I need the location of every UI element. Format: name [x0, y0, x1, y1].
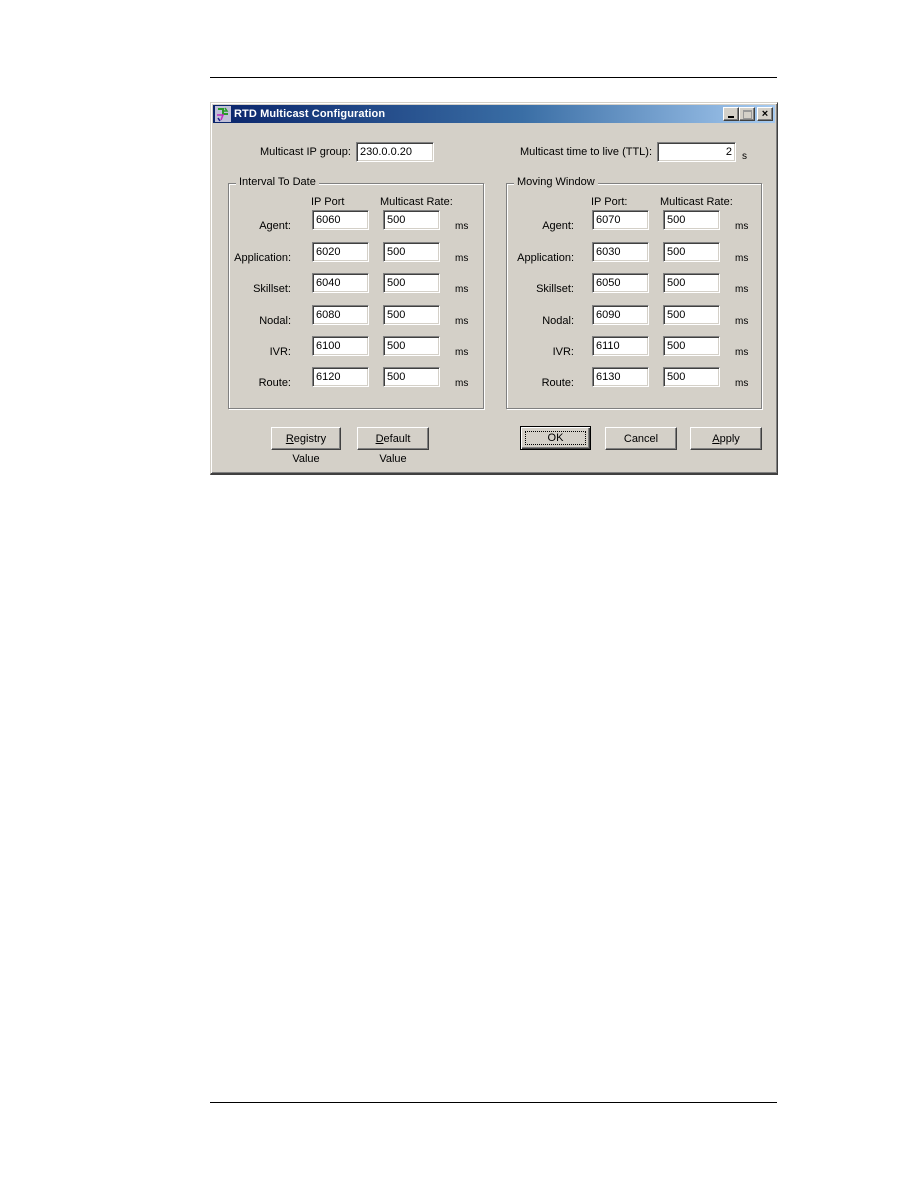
mw-multicast-rate-input[interactable] [663, 336, 720, 356]
mw-row-label: Application: [517, 252, 574, 264]
app-icon [215, 106, 231, 122]
maximize-button[interactable] [739, 107, 755, 121]
apply-accel: A [712, 433, 720, 445]
default-value-label: efault Value [379, 433, 411, 465]
itd-row-label: Nodal: [259, 315, 291, 327]
mw-ip-port-input[interactable] [592, 336, 649, 356]
minimize-icon [728, 116, 734, 118]
rtd-multicast-config-dialog: RTD Multicast Configuration × Multicast … [210, 102, 778, 475]
mw-unit-ms: ms [735, 378, 749, 389]
itd-ip-port-input[interactable] [312, 210, 369, 230]
apply-label: pply [719, 433, 740, 445]
itd-unit-ms: ms [455, 316, 469, 327]
itd-row-label: IVR: [269, 346, 291, 358]
itd-ip-port-input[interactable] [312, 336, 369, 356]
itd-multicast-rate-input[interactable] [383, 242, 440, 262]
default-value-button[interactable]: Default Value [357, 427, 429, 465]
mw-col-multicast-rate: Multicast Rate: [660, 196, 733, 208]
itd-row-label: Agent: [259, 220, 291, 232]
itd-multicast-rate-input[interactable] [383, 305, 440, 325]
mw-multicast-rate-input[interactable] [663, 273, 720, 293]
mw-multicast-rate-input[interactable] [663, 242, 720, 262]
itd-unit-ms: ms [455, 347, 469, 358]
mw-row-label: Agent: [542, 220, 574, 232]
mw-unit-ms: ms [735, 253, 749, 264]
maximize-icon [743, 110, 752, 119]
apply-button[interactable]: Apply [690, 427, 762, 450]
ip-group-input[interactable] [356, 142, 434, 162]
default-value-accel: D [375, 433, 384, 445]
itd-multicast-rate-input[interactable] [383, 336, 440, 356]
ttl-label: Multicast time to live (TTL): [520, 146, 653, 158]
window-title: RTD Multicast Configuration [234, 108, 386, 120]
mw-unit-ms: ms [735, 316, 749, 327]
registry-value-button[interactable]: Registry Value [271, 427, 341, 465]
itd-col-multicast-rate: Multicast Rate: [380, 196, 453, 208]
cancel-label: Cancel [623, 433, 659, 445]
mw-row-label: Nodal: [542, 315, 574, 327]
mw-multicast-rate-input[interactable] [663, 367, 720, 387]
mw-row-label: Route: [541, 377, 574, 389]
itd-multicast-rate-input[interactable] [383, 210, 440, 230]
registry-value-accel: R [285, 433, 294, 445]
itd-multicast-rate-input[interactable] [383, 367, 440, 387]
mw-multicast-rate-input[interactable] [663, 305, 720, 325]
ttl-unit: s [742, 151, 747, 162]
itd-unit-ms: ms [455, 284, 469, 295]
itd-ip-port-input[interactable] [312, 367, 369, 387]
itd-unit-ms: ms [455, 253, 469, 264]
cancel-button[interactable]: Cancel [605, 427, 677, 450]
mw-unit-ms: ms [735, 347, 749, 358]
itd-unit-ms: ms [455, 378, 469, 389]
mw-multicast-rate-input[interactable] [663, 210, 720, 230]
mw-unit-ms: ms [735, 221, 749, 232]
itd-multicast-rate-input[interactable] [383, 273, 440, 293]
itd-col-ip-port: IP Port [311, 196, 345, 208]
page-header-rule [210, 77, 777, 78]
mw-ip-port-input[interactable] [592, 367, 649, 387]
itd-unit-ms: ms [455, 221, 469, 232]
mw-row-label: Skillset: [536, 283, 574, 295]
interval-to-date-title: Interval To Date [236, 176, 319, 188]
ip-group-label: Multicast IP group: [260, 146, 351, 158]
ttl-input[interactable] [657, 142, 736, 162]
itd-row-label: Route: [258, 377, 291, 389]
registry-value-label: egistry Value [292, 433, 327, 465]
moving-window-title: Moving Window [514, 176, 598, 188]
close-icon: × [761, 108, 769, 120]
mw-ip-port-input[interactable] [592, 210, 649, 230]
itd-row-label: Skillset: [253, 283, 291, 295]
mw-ip-port-input[interactable] [592, 242, 649, 262]
ok-button[interactable]: OK [520, 426, 591, 450]
page-footer-rule [210, 1102, 777, 1103]
mw-row-label: IVR: [552, 346, 574, 358]
itd-ip-port-input[interactable] [312, 242, 369, 262]
itd-row-label: Application: [234, 252, 291, 264]
mw-unit-ms: ms [735, 284, 749, 295]
close-button[interactable]: × [757, 107, 773, 121]
mw-ip-port-input[interactable] [592, 273, 649, 293]
itd-ip-port-input[interactable] [312, 305, 369, 325]
ok-focus-ring [525, 431, 586, 445]
mw-col-ip-port: IP Port: [591, 196, 628, 208]
title-bar[interactable]: RTD Multicast Configuration × [213, 105, 775, 123]
minimize-button[interactable] [723, 107, 739, 121]
itd-ip-port-input[interactable] [312, 273, 369, 293]
mw-ip-port-input[interactable] [592, 305, 649, 325]
